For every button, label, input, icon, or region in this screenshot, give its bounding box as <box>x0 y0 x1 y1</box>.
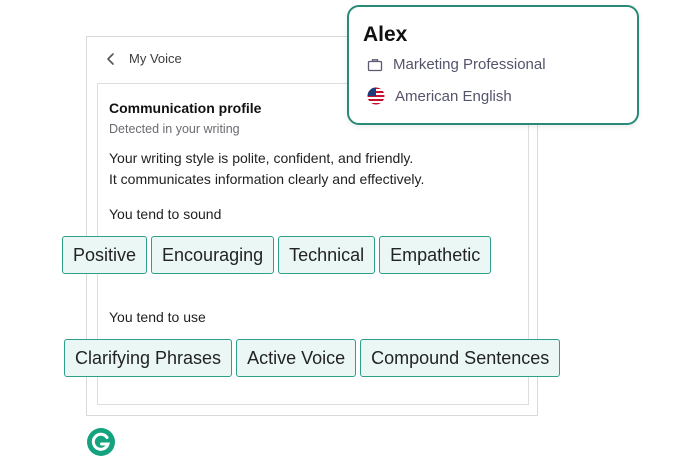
profile-name: Alex <box>363 23 408 46</box>
sound-tags: Positive Encouraging Technical Empatheti… <box>62 236 492 274</box>
grammarly-logo-icon <box>87 428 115 456</box>
tag-chip[interactable]: Technical <box>278 236 376 274</box>
tag-chip[interactable]: Encouraging <box>151 236 275 274</box>
tag-chip[interactable]: Empathetic <box>379 236 492 274</box>
tag-chip[interactable]: Compound Sentences <box>360 339 561 377</box>
description-line: It communicates information clearly and … <box>109 171 425 187</box>
description-line: Your writing style is polite, confident,… <box>109 150 414 166</box>
use-section-label: You tend to use <box>109 309 206 325</box>
profile-language: American English <box>395 87 512 105</box>
use-tags: Clarifying Phrases Active Voice Compound… <box>64 339 561 377</box>
style-description: Your writing style is polite, confident,… <box>109 148 424 190</box>
profile-role-row: Marketing Professional <box>367 56 546 73</box>
panel-title: My Voice <box>129 51 182 66</box>
card-heading: Communication profile <box>109 100 262 116</box>
tag-chip[interactable]: Active Voice <box>236 339 357 377</box>
tag-chip[interactable]: Clarifying Phrases <box>64 339 233 377</box>
us-flag-icon <box>367 87 385 105</box>
chevron-left-icon[interactable] <box>103 51 119 67</box>
profile-role: Marketing Professional <box>393 56 546 73</box>
user-profile-card: Alex Marketing Professional American Eng… <box>347 5 639 125</box>
card-subheading: Detected in your writing <box>109 122 240 136</box>
tag-chip[interactable]: Positive <box>62 236 148 274</box>
profile-language-row: American English <box>367 87 512 105</box>
sound-section-label: You tend to sound <box>109 206 222 222</box>
briefcase-icon <box>367 58 383 71</box>
